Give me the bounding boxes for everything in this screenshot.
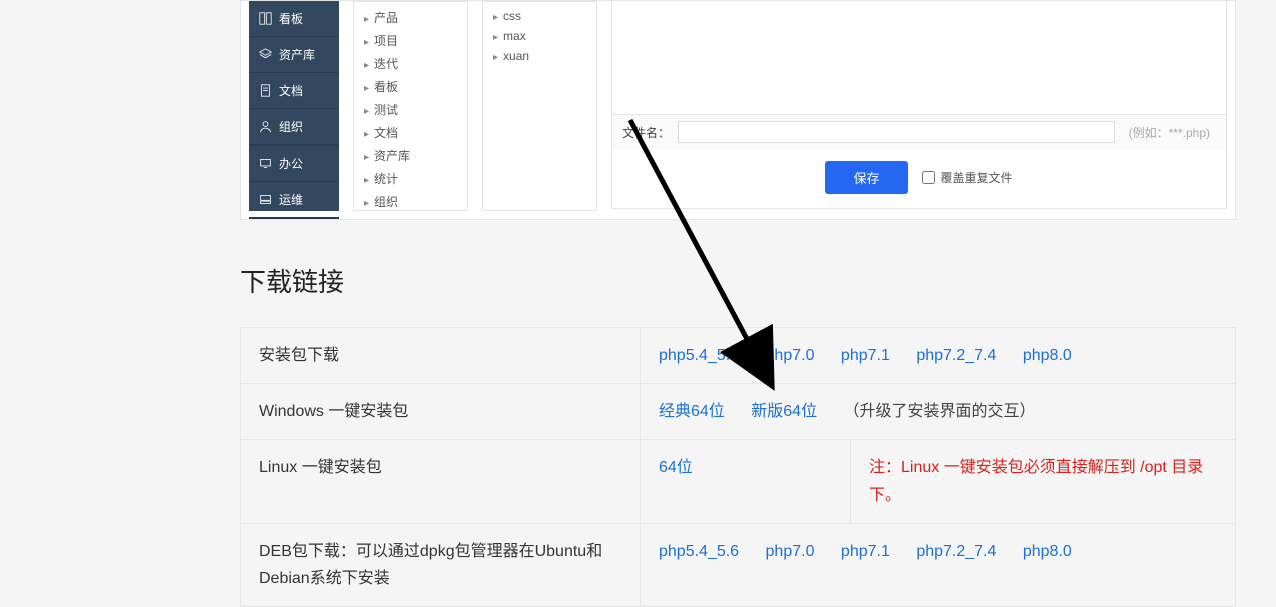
- warning-note: 注：Linux 一键安装包必须直接解压到 /opt 目录下。: [869, 459, 1203, 503]
- download-link[interactable]: php7.1: [841, 347, 890, 364]
- overwrite-label: 覆盖重复文件: [941, 169, 1013, 186]
- table-row: Windows 一键安装包 经典64位 新版64位 （升级了安装界面的交互）: [241, 384, 1236, 440]
- download-table: 安装包下载 php5.4_5.6 php7.0 php7.1 php7.2_7.…: [240, 327, 1236, 607]
- row-links: php5.4_5.6 php7.0 php7.1 php7.2_7.4 php8…: [641, 328, 1236, 384]
- chevron-right-icon: ▸: [364, 14, 369, 25]
- tree-item[interactable]: ▸测试: [354, 98, 467, 121]
- row-links: php5.4_5.6 php7.0 php7.1 php7.2_7.4 php8…: [641, 523, 1236, 606]
- download-link[interactable]: php7.2_7.4: [916, 543, 996, 560]
- save-button[interactable]: 保存: [825, 161, 907, 194]
- office-icon: [259, 157, 272, 170]
- sidebar-item-board[interactable]: 看板: [249, 1, 339, 37]
- app-sidebar: 看板 资产库 文档 组织 办公 运维: [249, 1, 339, 211]
- editor-panel: 文件名： (例如：***.php) 保存 覆盖重复文件: [611, 0, 1227, 209]
- module-tree: ▸产品 ▸项目 ▸迭代 ▸看板 ▸测试 ▸文档 ▸资产库 ▸统计 ▸组织 ▸持续…: [353, 1, 468, 211]
- tree-item[interactable]: ▸迭代: [354, 52, 467, 75]
- filename-row: 文件名： (例如：***.php): [612, 115, 1226, 149]
- chevron-right-icon: ▸: [364, 198, 369, 209]
- row-note: 注：Linux 一键安装包必须直接解压到 /opt 目录下。: [851, 440, 1236, 523]
- tree-item[interactable]: ▸资产库: [354, 144, 467, 167]
- doc-icon: [259, 84, 272, 97]
- sidebar-item-doc[interactable]: 文档: [249, 73, 339, 109]
- overwrite-checkbox[interactable]: 覆盖重复文件: [922, 169, 1013, 186]
- download-link[interactable]: 经典64位: [659, 403, 725, 420]
- sidebar-item-more[interactable]: 更多: [249, 219, 339, 220]
- download-link[interactable]: php5.4_5.6: [659, 347, 739, 364]
- download-link[interactable]: php8.0: [1023, 347, 1072, 364]
- filename-hint: (例如：***.php): [1123, 124, 1216, 141]
- tree-item[interactable]: ▸xuan: [483, 46, 596, 66]
- chevron-right-icon: ▸: [364, 60, 369, 71]
- sidebar-label: 组织: [279, 118, 303, 135]
- chevron-right-icon: ▸: [364, 83, 369, 94]
- chevron-right-icon: ▸: [364, 129, 369, 140]
- download-section-title: 下载链接: [240, 262, 1236, 299]
- overwrite-checkbox-box[interactable]: [922, 171, 935, 184]
- tree-item[interactable]: ▸css: [483, 6, 596, 26]
- ops-icon: [259, 193, 272, 206]
- sidebar-label: 办公: [279, 155, 303, 172]
- row-label: DEB包下载：可以通过dpkg包管理器在Ubuntu和Debian系统下安装: [241, 523, 641, 606]
- chevron-right-icon: ▸: [493, 52, 498, 63]
- download-link[interactable]: 64位: [659, 459, 693, 476]
- tree-item[interactable]: ▸max: [483, 26, 596, 46]
- sidebar-item-ops[interactable]: 运维: [249, 182, 339, 218]
- tree-item[interactable]: ▸文档: [354, 121, 467, 144]
- row-label: Linux 一键安装包: [241, 440, 641, 523]
- tree-item[interactable]: ▸项目: [354, 29, 467, 52]
- download-link[interactable]: php5.4_5.6: [659, 543, 739, 560]
- row-suffix: （升级了安装界面的交互）: [844, 403, 1036, 420]
- chevron-right-icon: ▸: [364, 37, 369, 48]
- tree-item[interactable]: ▸统计: [354, 167, 467, 190]
- sidebar-label: 资产库: [279, 46, 315, 63]
- chevron-right-icon: ▸: [364, 175, 369, 186]
- chevron-right-icon: ▸: [364, 152, 369, 163]
- filename-label: 文件名：: [622, 124, 670, 141]
- table-row: 安装包下载 php5.4_5.6 php7.0 php7.1 php7.2_7.…: [241, 328, 1236, 384]
- sidebar-label: 运维: [279, 191, 303, 208]
- sidebar-label: 看板: [279, 10, 303, 27]
- tree-item[interactable]: ▸产品: [354, 6, 467, 29]
- sidebar-item-office[interactable]: 办公: [249, 146, 339, 182]
- board-icon: [259, 12, 272, 25]
- chevron-right-icon: ▸: [364, 106, 369, 117]
- editor-canvas[interactable]: [612, 0, 1226, 115]
- table-row: Linux 一键安装包 64位 注：Linux 一键安装包必须直接解压到 /op…: [241, 440, 1236, 523]
- folder-tree: ▸css ▸max ▸xuan: [482, 1, 597, 211]
- sidebar-item-asset[interactable]: 资产库: [249, 37, 339, 73]
- tree-item[interactable]: ▸看板: [354, 75, 467, 98]
- download-link[interactable]: php7.0: [766, 347, 815, 364]
- filename-input[interactable]: [678, 121, 1115, 143]
- row-links: 经典64位 新版64位 （升级了安装界面的交互）: [641, 384, 1236, 440]
- download-link[interactable]: php7.2_7.4: [916, 347, 996, 364]
- row-label: 安装包下载: [241, 328, 641, 384]
- org-icon: [259, 120, 272, 133]
- sidebar-label: 文档: [279, 82, 303, 99]
- tree-item[interactable]: ▸组织: [354, 190, 467, 211]
- embedded-screenshot: 看板 资产库 文档 组织 办公 运维: [240, 0, 1236, 220]
- row-links: 64位: [641, 440, 851, 523]
- sidebar-item-org[interactable]: 组织: [249, 109, 339, 145]
- download-link[interactable]: 新版64位: [751, 403, 817, 420]
- save-row: 保存 覆盖重复文件: [612, 149, 1226, 208]
- row-label: Windows 一键安装包: [241, 384, 641, 440]
- asset-icon: [259, 48, 272, 61]
- table-row: DEB包下载：可以通过dpkg包管理器在Ubuntu和Debian系统下安装 p…: [241, 523, 1236, 606]
- download-link[interactable]: php7.1: [841, 543, 890, 560]
- chevron-right-icon: ▸: [493, 12, 498, 23]
- chevron-right-icon: ▸: [493, 32, 498, 43]
- download-link[interactable]: php8.0: [1023, 543, 1072, 560]
- download-link[interactable]: php7.0: [766, 543, 815, 560]
